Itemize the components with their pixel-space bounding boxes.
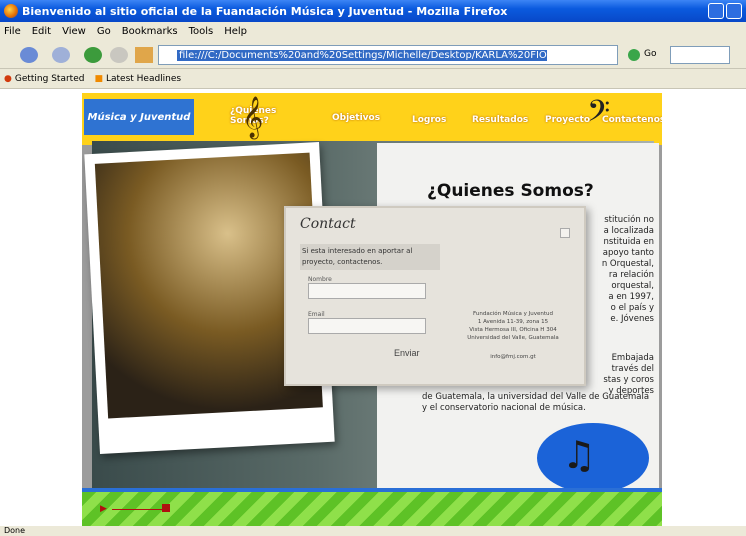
about-text-right: stitución no a localizada nstituida en a… [590, 215, 654, 325]
contact-intro: Si esta interesado en aportar al proyect… [300, 244, 440, 270]
url-text: file:///C:/Documents%20and%20Settings/Mi… [177, 49, 547, 61]
about-line: orquestal, [611, 281, 654, 291]
contact-dialog: Contact Si esta interesado en aportar al… [284, 206, 586, 386]
close-icon[interactable] [560, 228, 570, 238]
about-title: ¿Quienes Somos? [427, 181, 594, 201]
bookmarks-toolbar: ● Getting Started ■ Latest Headlines [0, 69, 746, 89]
about-line: a localizada [603, 226, 654, 236]
address-line: 1 Avenida 11-39, zona 15 [477, 319, 549, 325]
footer-stripe: ▶ [82, 492, 662, 526]
about-line: n Orquestal, [601, 259, 654, 269]
forward-icon[interactable] [52, 47, 70, 63]
site-header: Música y Juventud ¿Quienes Somos? Objeti… [82, 93, 662, 145]
window-title: Bienvenido al sitio oficial de la Fuanda… [22, 4, 508, 18]
contact-address: Fundación Música y Juventud 1 Avenida 11… [458, 310, 568, 342]
site-logo[interactable]: Música y Juventud [84, 99, 194, 135]
about-text-bottom: de Guatemala, la universidad del Valle d… [422, 392, 650, 413]
bass-clef-icon: 𝄢 [587, 95, 611, 136]
minimize-button[interactable] [708, 3, 724, 19]
menu-view[interactable]: View [62, 26, 86, 37]
maximize-button[interactable] [726, 3, 742, 19]
about-line: e. Jóvenes [610, 314, 654, 324]
about-text-right-2: Embajada través del stas y coros y depor… [590, 353, 654, 397]
go-button[interactable]: Go [644, 49, 656, 59]
firefox-icon [4, 4, 18, 18]
menu-edit[interactable]: Edit [32, 26, 51, 37]
menu-help[interactable]: Help [224, 26, 247, 37]
menu-bookmarks[interactable]: Bookmarks [122, 26, 178, 37]
play-icon[interactable]: ▶ [100, 504, 107, 514]
contact-email[interactable]: info@fmj.com.gt [458, 354, 568, 360]
address-bar[interactable]: file:///C:/Documents%20and%20Settings/Mi… [158, 45, 618, 65]
menu-go[interactable]: Go [97, 26, 111, 37]
nav-proyecto[interactable]: Proyecto [545, 115, 590, 125]
about-line: nstituida en [603, 237, 654, 247]
about-line: apoyo tanto [602, 248, 654, 258]
about-line: ra relación [608, 270, 654, 280]
address-line: Vista Hermosa III, Oficina H 304 [469, 327, 557, 333]
bookmark-icon: ● [4, 73, 12, 84]
nav-objetivos[interactable]: Objetivos [332, 113, 380, 123]
email-label: Email [308, 311, 325, 318]
stop-audio-icon[interactable] [162, 504, 170, 512]
music-note-icon: ♫ [562, 433, 597, 477]
bookmark-getting-started[interactable]: Getting Started [15, 74, 85, 84]
audio-progress-track[interactable] [112, 509, 162, 510]
nav-logros[interactable]: Logros [412, 115, 446, 125]
send-button[interactable]: Enviar [394, 348, 420, 358]
menu-tools[interactable]: Tools [189, 26, 214, 37]
name-field[interactable] [308, 283, 426, 299]
about-line: stitución no [604, 215, 654, 225]
stop-icon[interactable] [110, 47, 128, 63]
nav-resultados[interactable]: Resultados [472, 115, 528, 125]
window-titlebar: Bienvenido al sitio oficial de la Fuanda… [0, 0, 746, 22]
treble-clef-icon: 𝄞 [242, 97, 264, 138]
nav-contactenos[interactable]: Contactenos [602, 115, 662, 125]
rss-icon: ■ [94, 73, 103, 84]
about-line: Embajada [611, 353, 654, 363]
email-field[interactable] [308, 318, 426, 334]
address-line: Universidad del Valle, Guatemala [467, 335, 559, 341]
address-line: Fundación Música y Juventud [473, 311, 553, 317]
bookmark-latest-headlines[interactable]: Latest Headlines [106, 74, 181, 84]
back-icon[interactable] [20, 47, 38, 63]
about-line: stas y coros [603, 375, 654, 385]
reload-icon[interactable] [84, 47, 102, 63]
search-input[interactable] [670, 46, 730, 64]
home-icon[interactable] [135, 47, 153, 63]
status-bar: Done [0, 526, 746, 536]
name-label: Nombre [308, 276, 332, 283]
about-line: a en 1997, [608, 292, 654, 302]
go-icon[interactable] [628, 49, 640, 61]
menu-file[interactable]: File [4, 26, 21, 37]
about-line: través del [611, 364, 654, 374]
about-line: o el país y [610, 303, 654, 313]
contact-title: Contact [300, 216, 356, 232]
menu-bar: File Edit View Go Bookmarks Tools Help [0, 22, 746, 41]
